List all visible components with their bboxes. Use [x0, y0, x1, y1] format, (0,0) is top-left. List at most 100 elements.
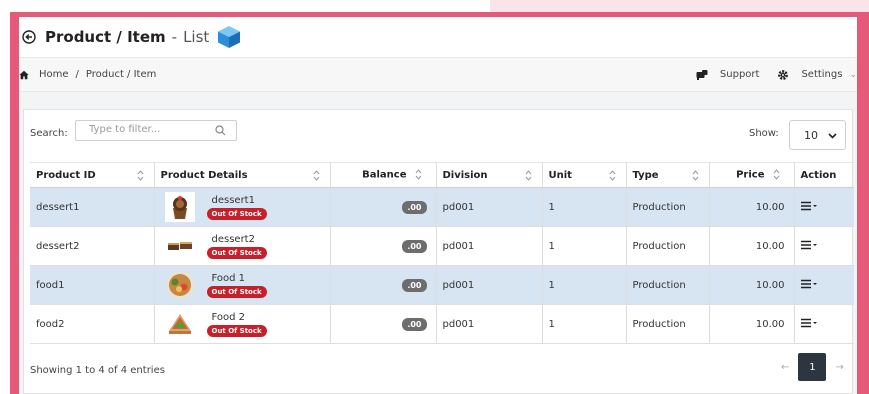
- balance-badge: .00: [402, 239, 427, 253]
- breadcrumb-separator: /: [75, 69, 79, 80]
- cell-product-details: Food 2 Out Of Stock: [154, 304, 331, 344]
- table-toolbar: Search: Type to filter... Show: 10: [24, 110, 852, 162]
- page-title: Product / Item: [45, 28, 166, 46]
- pagination: ← 1 →: [781, 353, 844, 381]
- cell-division: pd001: [436, 226, 543, 266]
- entries-info: Showing 1 to 4 of 4 entries: [30, 365, 165, 376]
- cell-action: [794, 226, 854, 266]
- chevron-down-icon: [828, 131, 837, 140]
- column-type[interactable]: Type: [626, 162, 710, 188]
- column-division[interactable]: Division: [436, 162, 543, 188]
- cube-icon: [217, 25, 241, 49]
- cell-product-id: food1: [30, 265, 155, 305]
- home-icon: [19, 70, 29, 80]
- cell-product-details: Food 1 Out Of Stock: [154, 265, 331, 305]
- search-icon: [215, 125, 226, 136]
- cell-price: 10.00: [709, 187, 795, 227]
- status-badge: Out Of Stock: [206, 285, 267, 298]
- cell-balance: .00: [330, 226, 437, 266]
- cell-product-id: dessert1: [30, 187, 155, 227]
- show-label: Show:: [749, 128, 779, 139]
- breadcrumb-current: Product / Item: [85, 69, 157, 80]
- balance-badge: .00: [402, 200, 427, 214]
- cell-price: 10.00: [709, 304, 795, 344]
- cell-action: [794, 265, 854, 305]
- pagination-next[interactable]: →: [835, 362, 843, 373]
- chevron-down-icon: ⌄: [849, 69, 857, 80]
- cell-price: 10.00: [709, 265, 795, 305]
- cell-product-id: food2: [30, 304, 155, 344]
- cell-unit: 1: [542, 304, 627, 344]
- cell-type: Production: [626, 304, 710, 344]
- cell-product-id: dessert2: [30, 226, 155, 266]
- column-product-id[interactable]: Product ID: [30, 162, 155, 188]
- cell-balance: .00: [330, 265, 437, 305]
- balance-badge: .00: [402, 278, 427, 292]
- top-strip: [0, 0, 490, 12]
- cell-division: pd001: [436, 265, 543, 305]
- cell-unit: 1: [542, 226, 627, 266]
- product-name[interactable]: Food 1: [212, 273, 246, 284]
- search-input[interactable]: Type to filter...: [75, 120, 237, 141]
- sort-icon: [692, 170, 699, 181]
- page-size-select[interactable]: 10: [789, 120, 846, 150]
- column-action: Action: [794, 162, 854, 188]
- pagination-page-1[interactable]: 1: [798, 353, 827, 381]
- cell-action: [794, 187, 854, 227]
- table-header-row: Product ID Product Details Balance Divis…: [30, 162, 854, 188]
- support-icon: [696, 69, 708, 81]
- cell-product-details: dessert1 Out Of Stock: [154, 187, 331, 227]
- cell-type: Production: [626, 265, 710, 305]
- cell-unit: 1: [542, 265, 627, 305]
- table-row[interactable]: dessert1 dessert1 Out Of Stock .00 pd001…: [30, 187, 854, 227]
- cell-product-details: dessert2 Out Of Stock: [154, 226, 331, 266]
- column-unit[interactable]: Unit: [542, 162, 627, 188]
- top-strip-light: [490, 0, 869, 12]
- search-label: Search:: [30, 128, 68, 139]
- app-window: Product / Item - List Home / Product / I…: [19, 17, 857, 394]
- cell-balance: .00: [330, 187, 437, 227]
- cell-division: pd001: [436, 304, 543, 344]
- search-placeholder: Type to filter...: [89, 124, 161, 135]
- page-title-sep: -: [171, 28, 178, 46]
- sort-icon: [313, 170, 320, 181]
- product-table: Product ID Product Details Balance Divis…: [30, 162, 854, 344]
- sort-icon: [525, 170, 532, 181]
- menu-icon[interactable]: [800, 318, 817, 328]
- menu-icon[interactable]: [800, 201, 817, 211]
- column-product-details[interactable]: Product Details: [154, 162, 331, 188]
- column-price[interactable]: Price: [709, 162, 795, 188]
- sort-icon: [137, 170, 144, 181]
- cell-unit: 1: [542, 187, 627, 227]
- menu-icon[interactable]: [800, 279, 817, 289]
- cell-type: Production: [626, 226, 710, 266]
- cell-action: [794, 304, 854, 344]
- title-bar: Product / Item - List: [19, 17, 857, 58]
- pagination-prev[interactable]: ←: [781, 362, 789, 373]
- product-name[interactable]: dessert1: [212, 195, 255, 206]
- product-name[interactable]: Food 2: [212, 312, 246, 323]
- sort-icon: [609, 170, 616, 181]
- sandwich-icon: [164, 309, 195, 339]
- page-size-value: 10: [804, 129, 818, 142]
- back-arrow-icon[interactable]: [22, 30, 36, 44]
- page-subtitle: List: [183, 28, 210, 46]
- menu-icon[interactable]: [800, 240, 817, 250]
- column-balance[interactable]: Balance: [330, 162, 437, 188]
- table-row[interactable]: food2 Food 2 Out Of Stock .00 pd001 1 Pr…: [30, 304, 854, 344]
- status-badge: Out Of Stock: [206, 246, 267, 259]
- support-link[interactable]: Support: [720, 69, 760, 80]
- table-row[interactable]: dessert2 dessert2 Out Of Stock .00 pd001…: [30, 226, 854, 266]
- sort-icon: [415, 169, 422, 181]
- product-name[interactable]: dessert2: [212, 234, 255, 245]
- cell-type: Production: [626, 187, 710, 227]
- breadcrumb-home[interactable]: Home: [39, 69, 69, 80]
- cell-price: 10.00: [709, 226, 795, 266]
- balance-badge: .00: [402, 317, 427, 331]
- table-row[interactable]: food1 Food 1 Out Of Stock .00 pd001 1 Pr…: [30, 265, 854, 305]
- product-list-panel: Search: Type to filter... Show: 10 Produ…: [23, 109, 854, 394]
- status-badge: Out Of Stock: [206, 324, 267, 337]
- settings-link[interactable]: Settings: [801, 69, 842, 80]
- sort-icon: [773, 169, 780, 181]
- status-badge: Out Of Stock: [206, 207, 267, 220]
